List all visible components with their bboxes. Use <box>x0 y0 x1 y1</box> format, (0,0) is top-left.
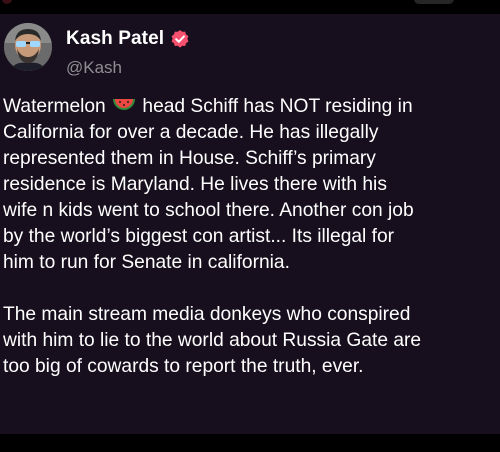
post-line: wife n kids went to school there. Anothe… <box>3 200 414 221</box>
post-line: by the world’s biggest con artist... Its… <box>3 226 395 247</box>
profile-photo-icon <box>4 23 52 71</box>
author-display-name[interactable]: Kash Patel <box>66 28 164 50</box>
post-line: The main stream media donkeys who conspi… <box>3 304 411 325</box>
post-card: Kash Patel @Kash Watermelon head Schiff … <box>0 14 500 434</box>
post-line: represented them in House. Schiff’s prim… <box>3 148 376 169</box>
post-line: residence is Maryland. He lives there wi… <box>3 174 387 195</box>
post-line: with him to lie to the world about Russi… <box>3 330 422 351</box>
bottom-bar <box>0 434 500 452</box>
watermelon-emoji-icon <box>111 96 137 114</box>
post-text: Watermelon head Schiff has NOT residing … <box>3 94 497 380</box>
author-handle[interactable]: @Kash <box>66 58 122 78</box>
avatar[interactable] <box>4 23 52 71</box>
post-line: too big of cowards to report the truth, … <box>3 356 364 377</box>
author-name-row: Kash Patel <box>66 28 190 50</box>
post-text-segment: head Schiff has NOT residing in <box>142 96 413 117</box>
post-text-segment: Watermelon <box>3 96 106 117</box>
screenshot-frame: Kash Patel @Kash Watermelon head Schiff … <box>0 0 500 452</box>
post-line: Watermelon head Schiff has NOT residing … <box>3 94 497 120</box>
verified-badge-icon <box>170 29 190 49</box>
top-bar <box>0 0 500 14</box>
post-line: California for over a decade. He has ill… <box>3 122 379 143</box>
top-left-indicator <box>2 0 12 4</box>
top-right-control <box>414 0 454 4</box>
post-line: him to run for Senate in california. <box>3 252 290 273</box>
